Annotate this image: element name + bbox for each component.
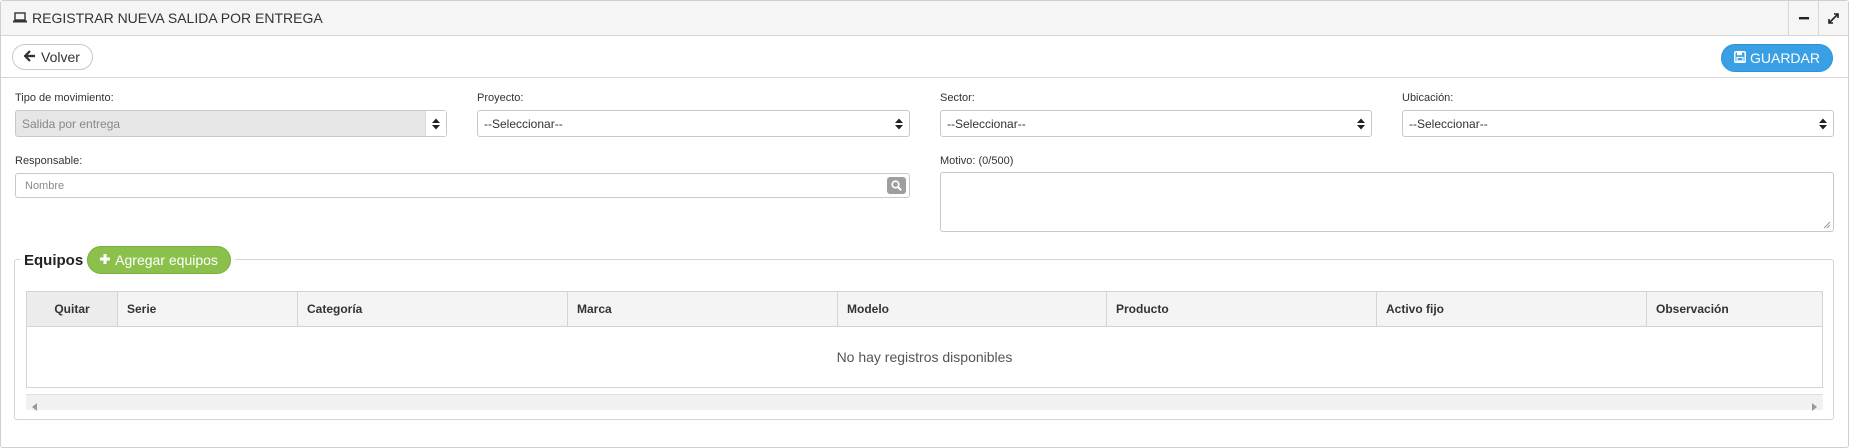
equipos-grid: Quitar Serie Categoría Marca Modelo Prod… (26, 291, 1823, 388)
plus-icon (99, 252, 115, 268)
updown-arrow-icon (1813, 111, 1833, 136)
proyecto-select[interactable]: --Seleccionar-- (477, 110, 910, 137)
expand-icon[interactable] (1818, 1, 1848, 35)
equipos-legend-title: Equipos (24, 251, 84, 269)
column-header-marca[interactable]: Marca (567, 292, 837, 326)
responsable-label: Responsable: (15, 155, 83, 167)
panel-header: REGISTRAR NUEVA SALIDA POR ENTREGA (1, 1, 1848, 36)
responsable-input[interactable]: Nombre (15, 173, 910, 198)
add-equipment-label: Agregar equipos (115, 252, 218, 268)
ubicacion-value: --Seleccionar-- (1409, 116, 1488, 131)
tipo-movimiento-value: Salida por entrega (22, 116, 121, 131)
proyecto-value: --Seleccionar-- (484, 116, 563, 131)
search-icon[interactable] (887, 177, 906, 194)
updown-arrow-icon (1351, 111, 1371, 136)
column-header-observacion[interactable]: Observación (1646, 292, 1822, 326)
horizontal-scrollbar[interactable] (26, 394, 1823, 411)
motivo-label: Motivo: (0/500) (940, 155, 1014, 167)
arrow-left-icon (23, 49, 41, 65)
column-header-serie[interactable]: Serie (117, 292, 297, 326)
scroll-right-icon[interactable] (1811, 398, 1817, 416)
column-header-activo-fijo[interactable]: Activo fijo (1376, 292, 1646, 326)
grid-header: Quitar Serie Categoría Marca Modelo Prod… (27, 292, 1822, 327)
sector-select[interactable]: --Seleccionar-- (940, 110, 1372, 137)
tipo-movimiento-label: Tipo de movimiento: (15, 92, 114, 104)
tipo-movimiento-select: Salida por entrega (15, 110, 447, 137)
column-header-categoria[interactable]: Categoría (297, 292, 567, 326)
motivo-textarea[interactable] (940, 172, 1834, 232)
proyecto-label: Proyecto: (477, 92, 524, 104)
panel-title-text: REGISTRAR NUEVA SALIDA POR ENTREGA (32, 10, 323, 26)
sector-label: Sector: (940, 92, 975, 104)
empty-message: No hay registros disponibles (836, 348, 1013, 365)
panel-title: REGISTRAR NUEVA SALIDA POR ENTREGA (1, 10, 323, 26)
minimize-icon[interactable] (1788, 1, 1818, 35)
floppy-disk-icon (1734, 50, 1750, 66)
action-bar: Volver GUARDAR (1, 36, 1848, 78)
ubicacion-label: Ubicación: (1402, 92, 1454, 104)
save-button-label: GUARDAR (1749, 50, 1820, 66)
column-header-quitar[interactable]: Quitar (27, 292, 117, 326)
column-header-producto[interactable]: Producto (1106, 292, 1376, 326)
laptop-icon (13, 10, 32, 26)
scroll-left-icon[interactable] (32, 398, 38, 416)
updown-arrow-icon (425, 111, 446, 136)
responsable-placeholder: Nombre (25, 179, 65, 192)
sector-value: --Seleccionar-- (947, 116, 1026, 131)
updown-arrow-icon (889, 111, 909, 136)
ubicacion-select[interactable]: --Seleccionar-- (1402, 110, 1834, 137)
equipos-legend: Equipos Agregar equipos (20, 245, 235, 275)
add-equipment-button[interactable]: Agregar equipos (87, 246, 231, 274)
resize-grip-icon[interactable] (1823, 221, 1831, 229)
column-header-modelo[interactable]: Modelo (837, 292, 1106, 326)
back-button-label: Volver (41, 49, 80, 65)
back-button[interactable]: Volver (12, 44, 93, 70)
save-button[interactable]: GUARDAR (1720, 44, 1833, 72)
